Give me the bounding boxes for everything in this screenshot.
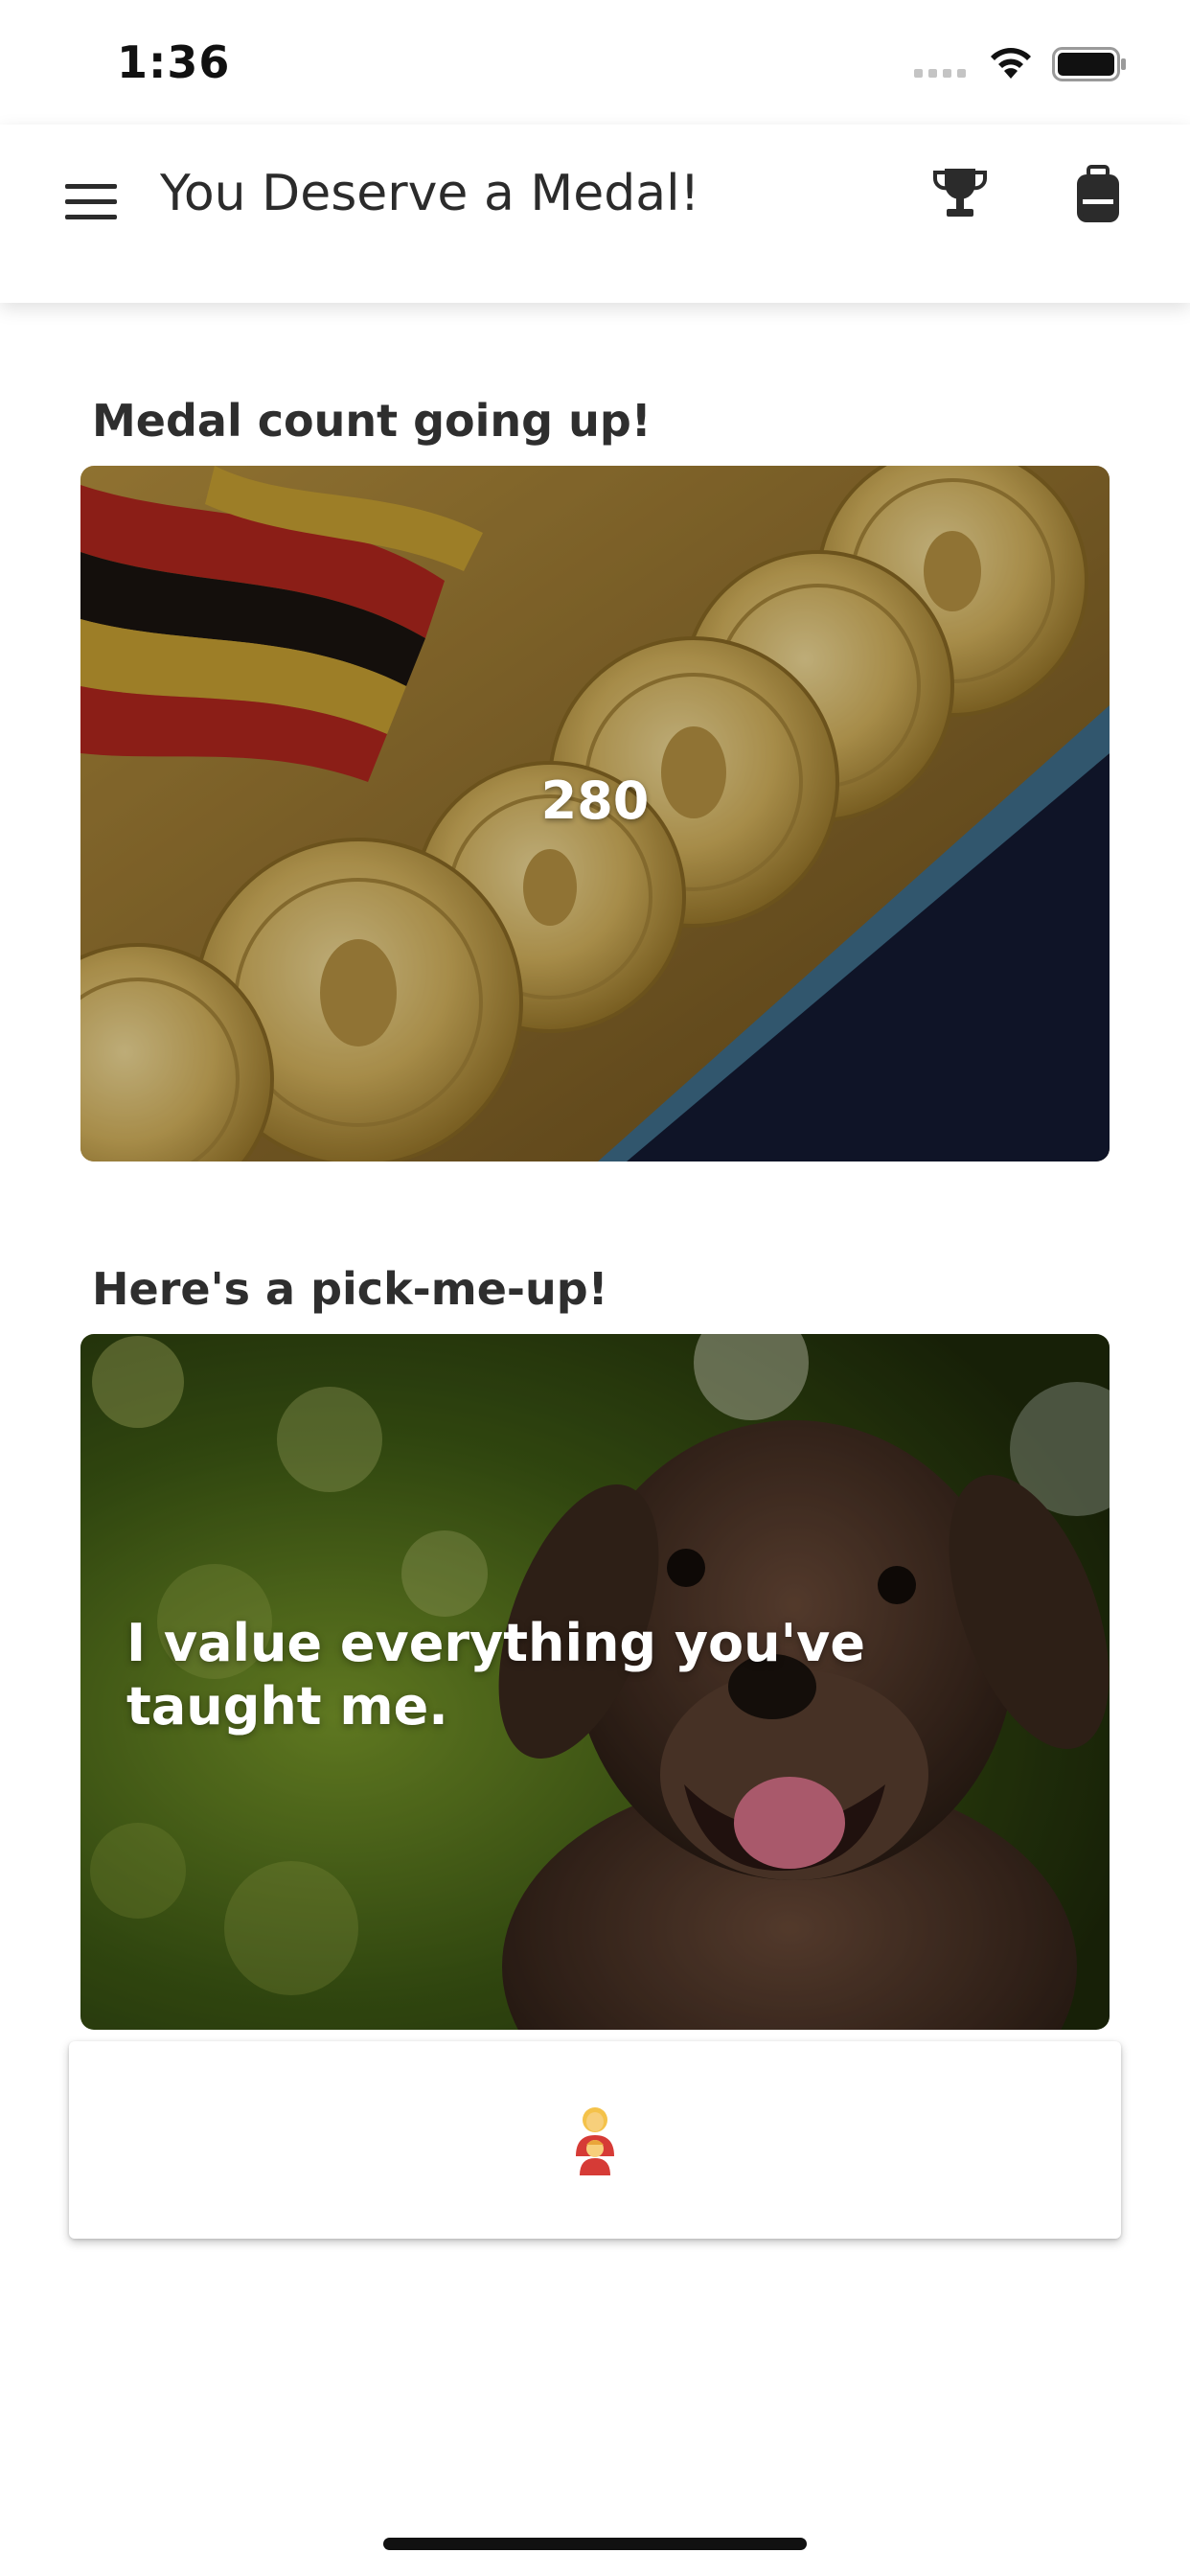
backpack-icon[interactable]	[1073, 165, 1123, 224]
pickup-quote: I value everything you've taught me.	[126, 1613, 865, 1736]
app-title: You Deserve a Medal!	[160, 165, 700, 222]
menu-icon[interactable]	[63, 178, 119, 226]
medal-section-heading: Medal count going up!	[92, 395, 652, 447]
app-screen: 1:36 You Deserve a Medal! Medal count go…	[0, 0, 1190, 2576]
battery-icon	[1052, 47, 1126, 81]
app-bar: You Deserve a Medal!	[0, 125, 1190, 303]
home-indicator[interactable]	[383, 2538, 807, 2550]
trophy-icon[interactable]	[931, 165, 989, 222]
pickup-section-heading: Here's a pick-me-up!	[92, 1263, 608, 1315]
wifi-icon	[991, 48, 1031, 79]
pick-me-up-card[interactable]: I value everything you've taught me.	[80, 1334, 1110, 2030]
family-action-card[interactable]	[69, 2041, 1121, 2239]
medal-count-card[interactable]: 280	[80, 466, 1110, 1162]
family-icon	[576, 2107, 614, 2175]
cellular-signal-icon	[914, 69, 966, 78]
medal-count-value: 280	[540, 770, 650, 831]
status-time: 1:36	[117, 36, 231, 88]
status-bar: 1:36	[0, 0, 1190, 125]
